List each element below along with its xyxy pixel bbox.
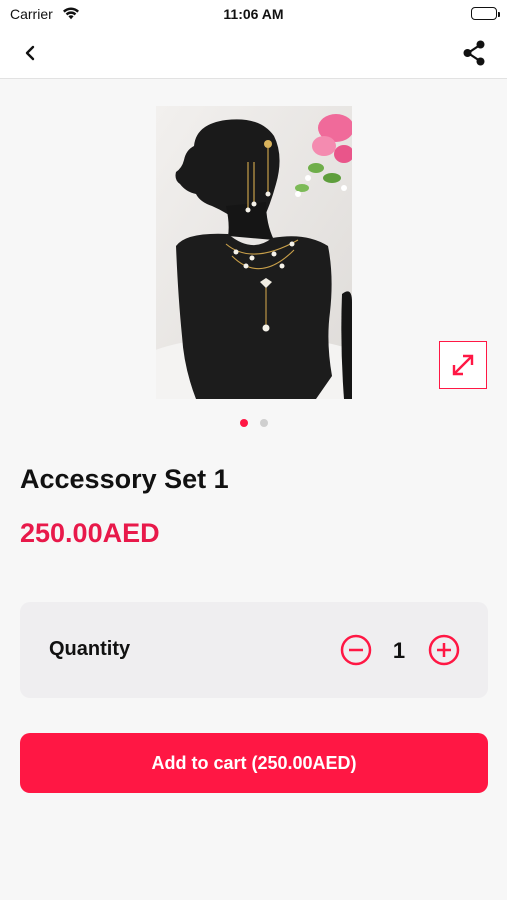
clock: 11:06 AM <box>223 6 284 22</box>
product-title: Accessory Set 1 <box>20 464 229 494</box>
share-icon[interactable] <box>461 39 487 67</box>
product-price: 250.00AED <box>20 518 160 548</box>
navigation-bar <box>0 28 507 79</box>
pagination-dot-active[interactable] <box>239 419 248 427</box>
add-to-cart-button[interactable]: Add to cart (250.00AED) <box>20 733 488 793</box>
battery-icon <box>471 7 500 20</box>
quantity-label: Quantity <box>49 638 131 660</box>
plus-circle-icon[interactable] <box>428 634 460 666</box>
pagination-dots <box>0 419 507 427</box>
product-image[interactable] <box>156 106 352 399</box>
chevron-left-icon[interactable] <box>18 40 44 66</box>
pagination-dot[interactable] <box>259 419 268 427</box>
expand-arrows-icon <box>452 354 474 376</box>
quantity-value: 1 <box>392 638 406 663</box>
status-bar: Carrier 11:06 AM <box>0 0 507 28</box>
expand-button[interactable] <box>439 341 487 389</box>
quantity-card: Quantity 1 <box>20 602 488 698</box>
minus-circle-icon[interactable] <box>340 634 372 666</box>
